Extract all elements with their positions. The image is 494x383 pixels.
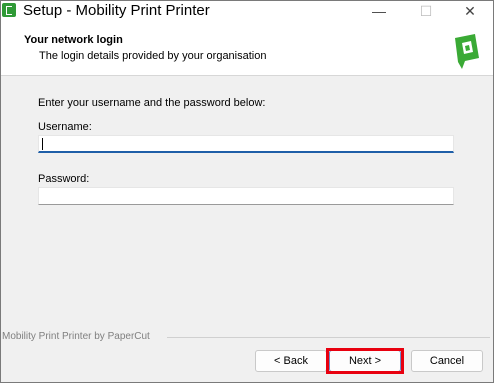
username-label: Username:: [38, 121, 92, 133]
branding-text: Mobility Print Printer by PaperCut: [2, 331, 150, 342]
cancel-button[interactable]: Cancel: [411, 350, 483, 372]
page-subtitle: The login details provided by your organ…: [39, 50, 267, 62]
minimize-button[interactable]: —: [356, 1, 402, 21]
maximize-button[interactable]: ☐: [403, 1, 449, 21]
text-cursor: [42, 138, 43, 150]
username-field[interactable]: [38, 135, 454, 153]
password-label: Password:: [38, 173, 90, 185]
wizard-header: Your network login The login details pro…: [1, 21, 493, 76]
window-title: Setup - Mobility Print Printer: [23, 2, 210, 19]
papercut-logo-icon: [455, 34, 479, 69]
footer-divider: [167, 337, 490, 338]
papercut-app-icon: [2, 3, 16, 17]
setup-window: Setup - Mobility Print Printer — ☐ ✕ You…: [0, 0, 494, 383]
back-button[interactable]: < Back: [255, 350, 327, 372]
next-button[interactable]: Next >: [329, 350, 401, 372]
title-bar[interactable]: Setup - Mobility Print Printer — ☐ ✕: [1, 1, 493, 21]
instruction-text: Enter your username and the password bel…: [38, 97, 266, 109]
close-button[interactable]: ✕: [447, 1, 493, 21]
password-field[interactable]: [38, 187, 454, 205]
page-title: Your network login: [24, 34, 123, 46]
